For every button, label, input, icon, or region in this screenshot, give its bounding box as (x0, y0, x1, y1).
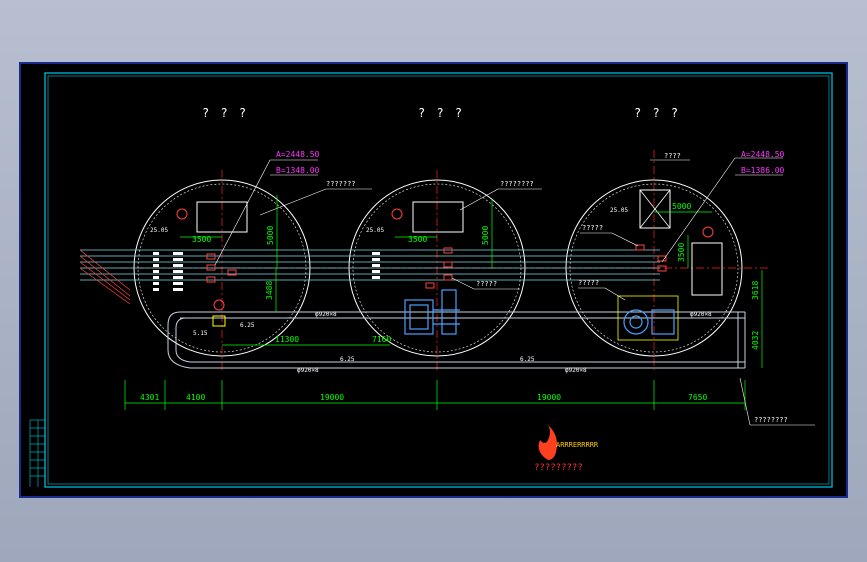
tank3-coord-b: B=1386.00 (741, 166, 785, 175)
pipe-lower-label2: φ920×8 (565, 367, 587, 374)
dim-d9: 4032 (751, 331, 760, 350)
tank3-callout: ????? (582, 224, 603, 232)
slope-b: 6.25 (340, 356, 355, 363)
tank3-title: ? ? ? (634, 106, 680, 120)
tank1-coord-b: B=1348.00 (276, 166, 320, 175)
pipe-upper-label: φ920×8 (315, 311, 337, 318)
tank1-elev: 25.05 (150, 227, 168, 234)
tank2-callout2: ???????? (500, 180, 534, 188)
bottom-right-callout: ???????? (754, 416, 788, 424)
tank2-callout3: ????? (476, 280, 497, 288)
dim-d2: 4100 (186, 393, 205, 402)
pipe-upper-label2: φ920×8 (690, 311, 712, 318)
tank1-dim-v: 5000 (266, 226, 275, 245)
slope-c: 6.25 (520, 356, 535, 363)
logo-top-text: ARRRERRRRR (556, 441, 599, 449)
dim-d4: 19000 (537, 393, 561, 402)
tank3-elev: 25.05 (610, 207, 628, 214)
tank3-callout2: ????? (578, 279, 599, 287)
dim-d5: 7650 (688, 393, 707, 402)
tank2-dim-v: 5000 (481, 226, 490, 245)
tank1-coord-a: A=2448.50 (276, 150, 320, 159)
tank1-title: ? ? ? (202, 106, 248, 120)
tank3-dim-h: 5000 (672, 202, 691, 211)
tank2-elev: 25.05 (366, 227, 384, 234)
tank3-dim-v: 3500 (677, 243, 686, 262)
tank1-dim-v2: 3488 (265, 281, 274, 300)
dim-d8: 3618 (751, 281, 760, 300)
tank3-coord-a: A=2448.50 (741, 150, 785, 159)
tank2-title: ? ? ? (418, 106, 464, 120)
tank3-top-label: ???? (664, 152, 681, 160)
tank2-callout: ??????? (326, 180, 356, 188)
dim-d3: 19000 (320, 393, 344, 402)
slope-a: 6.25 (240, 322, 255, 329)
dim-d7: 7160 (372, 335, 391, 344)
tank2-dim-h: 3500 (408, 235, 427, 244)
cad-drawing: ? ? ? ? ? ? ? ? ? A=2448.50 B=1348.00 A=… (19, 62, 848, 498)
elev-left: 5.15 (193, 330, 208, 337)
logo-sub-text: ????????? (534, 463, 583, 473)
dim-d6: 11300 (275, 335, 299, 344)
dim-d1: 4301 (140, 393, 159, 402)
tank1-dim-h: 3500 (192, 235, 211, 244)
pipe-lower-label: φ920×8 (297, 367, 319, 374)
